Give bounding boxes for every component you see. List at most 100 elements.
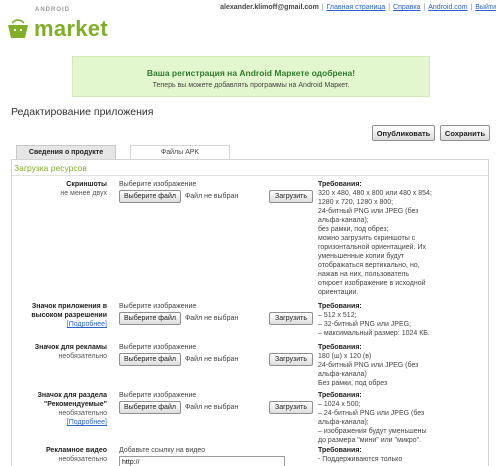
- requirements-heading: Требования:: [318, 392, 362, 399]
- requirement-line: 180 (ш) x 120 (в): [318, 353, 372, 360]
- requirement-line: Без рамки, под обрез: [318, 380, 388, 387]
- promo-video-title: Рекламное видео: [45, 447, 107, 454]
- hires-icon-title: высоком разрешении: [31, 312, 107, 319]
- page-title: Редактирование приложения: [11, 106, 154, 118]
- tab-apk-files[interactable]: Файлы APK: [130, 145, 230, 159]
- requirement-line: уменьшенные копии будут: [318, 253, 405, 260]
- promo-video-url-field: Добавьте ссылку на видео: [119, 446, 285, 466]
- choose-file-button[interactable]: Выберите файл: [119, 312, 181, 325]
- screenshots-requirements: Требования: 320 x 480, 480 x 800 или 480…: [318, 180, 488, 297]
- nav-separator: |: [388, 4, 391, 11]
- hires-icon-label: Значок приложения в высоком разрешении […: [12, 302, 107, 329]
- section-divider: [12, 175, 488, 176]
- nav-link-android-com[interactable]: Android.com: [428, 4, 467, 11]
- publish-button[interactable]: Опубликовать: [372, 125, 435, 141]
- shopping-bag-icon: [8, 19, 28, 38]
- requirement-line: альфа-канала): [318, 371, 367, 378]
- requirement-line: нажав на них, пользователь: [318, 271, 410, 278]
- section-title: Загрузка ресурсов: [14, 163, 87, 173]
- registration-success-notice: Ваша регистрация на Android Маркете одоб…: [72, 56, 430, 97]
- requirements-heading: Требования:: [318, 181, 362, 188]
- more-info-link[interactable]: [Подробнее]: [12, 418, 107, 427]
- choose-image-caption: Выберите изображение: [119, 344, 197, 351]
- promo-icon-title: Значок для рекламы: [34, 344, 107, 351]
- requirement-line: 1280 x 720, 1280 x 800;: [318, 199, 394, 206]
- requirement-line: – максимальный размер: 1024 КБ.: [318, 330, 430, 337]
- hires-icon-title: Значок приложения в: [31, 303, 107, 310]
- android-market-logo[interactable]: ANDROID market: [4, 4, 114, 44]
- requirement-line: альфа-канала);: [318, 217, 369, 224]
- optional-text: необязательно: [58, 353, 107, 360]
- top-navigation: alexander.klimoff@gmail.com | Главная ст…: [220, 4, 496, 11]
- nav-separator: |: [470, 4, 473, 11]
- nav-link-home[interactable]: Главная страница: [327, 4, 386, 11]
- notice-text: Теперь вы можете добавлять программы на …: [152, 82, 350, 89]
- nav-link-logout[interactable]: Выйти: [475, 4, 496, 11]
- requirement-line: 24-битный PNG или JPEG (без: [318, 208, 419, 215]
- notice-title: Ваша регистрация на Android Маркете одоб…: [146, 68, 356, 78]
- promo-video-requirements: Требования: - Поддерживаются только: [318, 446, 488, 464]
- choose-image-caption: Выберите изображение: [119, 392, 197, 399]
- optional-text: необязательно: [58, 410, 107, 417]
- requirements-heading: Требования:: [318, 344, 362, 351]
- logo-android-text: ANDROID: [35, 7, 70, 13]
- choose-file-button[interactable]: Выберите файл: [119, 190, 181, 203]
- requirement-line: 320 x 480, 480 x 800 или 480 x 854;: [318, 190, 432, 197]
- requirements-heading: Требования:: [318, 303, 362, 310]
- promo-icon-requirements: Требования: 180 (ш) x 120 (в) 24-битный …: [318, 343, 488, 388]
- upload-button[interactable]: Загрузить: [269, 353, 313, 366]
- requirement-line: – 1024 x 500;: [318, 401, 361, 408]
- optional-text: необязательно: [58, 456, 107, 463]
- choose-image-caption: Выберите изображение: [119, 303, 197, 310]
- account-email: alexander.klimoff@gmail.com: [220, 4, 319, 11]
- no-file-selected-text: Файл не выбран: [184, 404, 239, 411]
- logo-market-text: market: [34, 16, 108, 41]
- requirements-heading: Требования:: [318, 447, 362, 454]
- featured-graphic-label: Значок для раздела "Рекомендуемые" необя…: [12, 391, 107, 427]
- requirement-line: - Поддерживаются только: [318, 456, 403, 463]
- upload-button[interactable]: Загрузить: [269, 190, 313, 203]
- video-url-input[interactable]: [119, 456, 285, 466]
- requirement-line: альфа-канала);: [318, 419, 369, 426]
- tab-product-details[interactable]: Сведения о продукте: [16, 145, 116, 159]
- featured-graphic-file-picker: Выберите изображение Выберите файл Файл …: [119, 391, 267, 414]
- requirement-line: – 24-битный PNG или JPEG (без: [318, 410, 425, 417]
- requirement-line: – 512 x 512;: [318, 312, 357, 319]
- requirement-line: можно загрузить скриншоты с: [318, 235, 416, 242]
- requirement-line: – изображения будут уменьшены: [318, 428, 427, 435]
- requirement-line: горизонтальной ориентацией. Их: [318, 244, 426, 251]
- promo-icon-label: Значок для рекламы необязательно: [12, 343, 107, 361]
- screenshots-subtitle: не менее двух: [60, 190, 107, 197]
- screenshots-title: Скриншоты: [66, 181, 107, 188]
- more-info-link[interactable]: [Подробнее]: [12, 320, 107, 329]
- featured-graphic-title: "Рекомендуемые": [43, 401, 107, 408]
- featured-graphic-title: Значок для раздела: [37, 392, 107, 399]
- screenshots-file-picker: Выберите изображение Выберите файл Файл …: [119, 180, 267, 203]
- hires-icon-file-picker: Выберите изображение Выберите файл Файл …: [119, 302, 267, 325]
- choose-image-caption: Выберите изображение: [119, 181, 197, 188]
- nav-separator: |: [423, 4, 426, 11]
- requirement-line: отображаться вертикально, но,: [318, 262, 420, 269]
- requirement-line: до размера "мини" или "микро".: [318, 437, 422, 444]
- nav-link-help[interactable]: Справка: [393, 4, 420, 11]
- hires-icon-requirements: Требования: – 512 x 512; – 32-битный PNG…: [318, 302, 488, 338]
- no-file-selected-text: Файл не выбран: [184, 315, 239, 322]
- upload-button[interactable]: Загрузить: [269, 401, 313, 414]
- save-button[interactable]: Сохранить: [440, 125, 490, 141]
- add-video-link-caption: Добавьте ссылку на видео: [119, 447, 206, 454]
- requirement-line: – 32-битный PNG или JPEG;: [318, 321, 412, 328]
- choose-file-button[interactable]: Выберите файл: [119, 401, 181, 414]
- requirement-line: без рамки, под обрез;: [318, 226, 389, 233]
- choose-file-button[interactable]: Выберите файл: [119, 353, 181, 366]
- no-file-selected-text: Файл не выбран: [184, 193, 239, 200]
- no-file-selected-text: Файл не выбран: [184, 356, 239, 363]
- upload-button[interactable]: Загрузить: [269, 312, 313, 325]
- screenshots-label: Скриншоты не менее двух: [12, 180, 107, 198]
- nav-separator: |: [321, 4, 324, 11]
- requirement-line: 24-битный PNG или JPEG (без: [318, 362, 419, 369]
- featured-graphic-requirements: Требования: – 1024 x 500; – 24-битный PN…: [318, 391, 488, 445]
- requirement-line: откроет изображение в исходной: [318, 280, 426, 287]
- promo-video-label: Рекламное видео необязательно: [12, 446, 107, 464]
- promo-icon-file-picker: Выберите изображение Выберите файл Файл …: [119, 343, 267, 366]
- requirement-line: ориентации.: [318, 289, 359, 296]
